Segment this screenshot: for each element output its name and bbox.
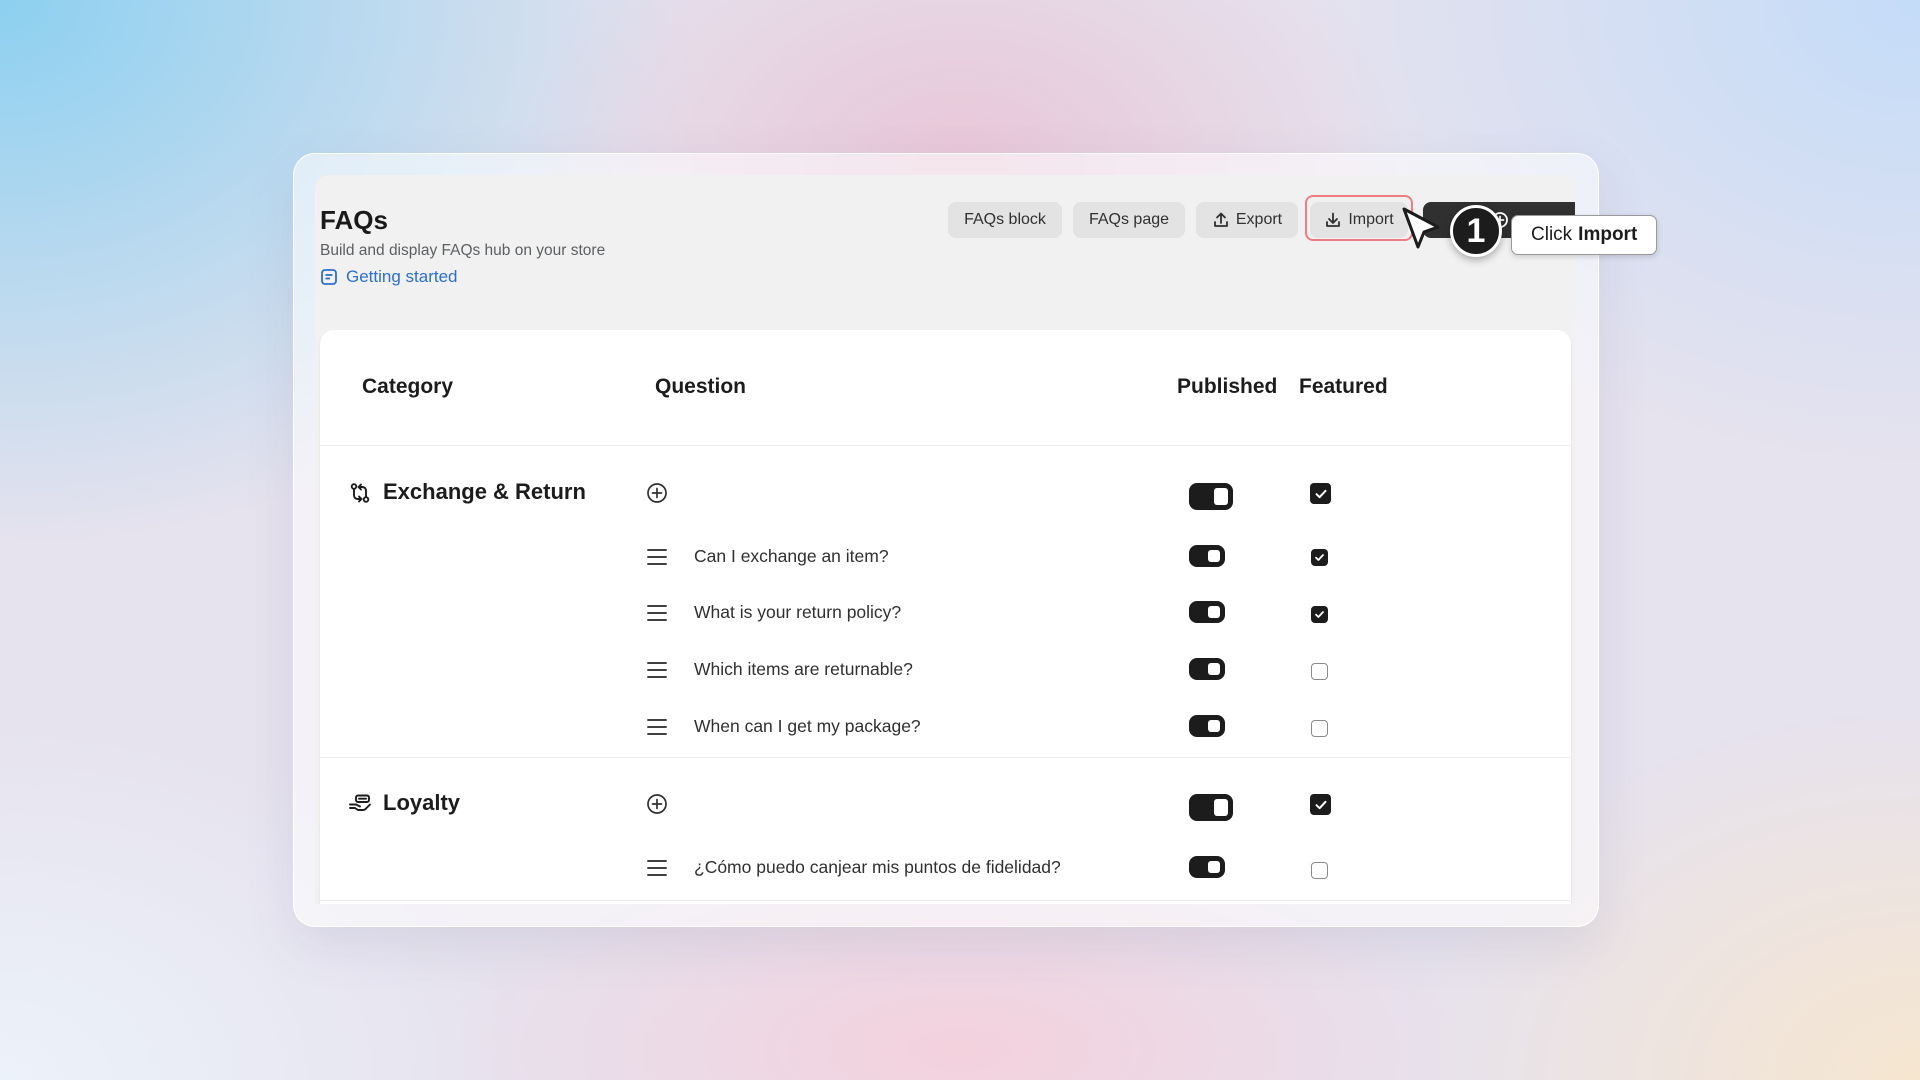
toggle-knob [1208,663,1220,675]
tooltip-prefix: Click [1531,224,1573,245]
question-featured-checkbox[interactable] [1311,862,1328,879]
faqs-app-window: FAQs Build and display FAQs hub on your … [315,175,1575,904]
question-published-toggle[interactable] [1189,856,1225,878]
category-row-loyalty[interactable]: Loyalty [320,774,1571,834]
question-row[interactable]: Can I exchange an item? [320,536,1571,576]
toggle-knob [1214,488,1228,505]
drag-handle-icon[interactable] [646,546,668,568]
toggle-knob [1208,550,1220,562]
question-row[interactable]: Which items are returnable? [320,649,1571,689]
header-divider [320,445,1571,446]
drag-handle-icon[interactable] [646,716,668,738]
page-subtitle: Build and display FAQs hub on your store [320,242,606,259]
toggle-knob [1208,720,1220,732]
toggle-knob [1208,606,1220,618]
check-icon [1315,489,1326,498]
question-text: Which items are returnable? [694,659,913,679]
drag-handle-icon[interactable] [646,659,668,681]
question-featured-checkbox[interactable] [1311,549,1328,566]
question-published-toggle[interactable] [1189,601,1225,623]
getting-started-label: Getting started [346,267,458,286]
check-icon [1315,611,1324,618]
upload-icon [1213,212,1228,227]
question-row[interactable]: When can I get my package? [320,706,1571,746]
toggle-knob [1208,861,1220,873]
guide-tooltip: Click Import [1511,215,1658,255]
question-text: Can I exchange an item? [694,546,889,566]
category-featured-checkbox[interactable] [1310,794,1331,815]
category-featured-checkbox[interactable] [1310,483,1331,504]
category-published-toggle[interactable] [1189,794,1233,821]
export-label: Export [1235,211,1283,228]
import-button[interactable]: Import [1310,202,1408,238]
tooltip-target: Import [1578,224,1638,245]
category-divider [320,757,1571,758]
column-header-question: Question [655,375,747,398]
download-icon [1326,212,1341,227]
category-name: Exchange & Return [383,479,586,504]
question-text: ¿Cómo puedo canjear mis puntos de fideli… [694,857,1061,877]
toggle-knob [1214,799,1228,816]
column-header-published: Published [1177,375,1278,398]
question-row[interactable]: ¿Cómo puedo canjear mis puntos de fideli… [320,847,1571,887]
column-header-featured: Featured [1299,375,1388,398]
question-row[interactable]: What is your return policy? [320,592,1571,632]
category-row-exchange-return[interactable]: Exchange & Return [320,463,1571,523]
check-icon [1315,554,1324,561]
faqs-block-button[interactable]: FAQs block [948,202,1062,238]
add-question-icon[interactable] [646,793,668,815]
bottom-divider [320,900,1571,901]
question-published-toggle[interactable] [1189,715,1225,737]
loyalty-icon [349,794,371,811]
getting-started-link[interactable]: Getting started [320,267,458,287]
column-header-category: Category [362,375,454,398]
question-featured-checkbox[interactable] [1311,606,1328,623]
drag-handle-icon[interactable] [646,602,668,624]
step-number-badge: 1 [1450,205,1502,257]
export-button[interactable]: Export [1196,202,1298,238]
exchange-icon [350,483,370,503]
category-published-toggle[interactable] [1189,483,1233,510]
question-text: What is your return policy? [694,602,902,622]
import-label: Import [1348,211,1394,228]
question-featured-checkbox[interactable] [1311,720,1328,737]
question-text: When can I get my package? [694,716,921,736]
faqs-table-card: Category Question Published Featured Exc… [320,330,1571,904]
document-icon [321,269,337,285]
page-title: FAQs [320,205,388,235]
question-published-toggle[interactable] [1189,658,1225,680]
question-featured-checkbox[interactable] [1311,663,1328,680]
check-icon [1315,800,1326,809]
drag-handle-icon[interactable] [646,857,668,879]
question-published-toggle[interactable] [1189,545,1225,567]
category-name: Loyalty [383,790,461,815]
faqs-page-button[interactable]: FAQs page [1073,202,1185,238]
add-question-icon[interactable] [646,482,668,504]
